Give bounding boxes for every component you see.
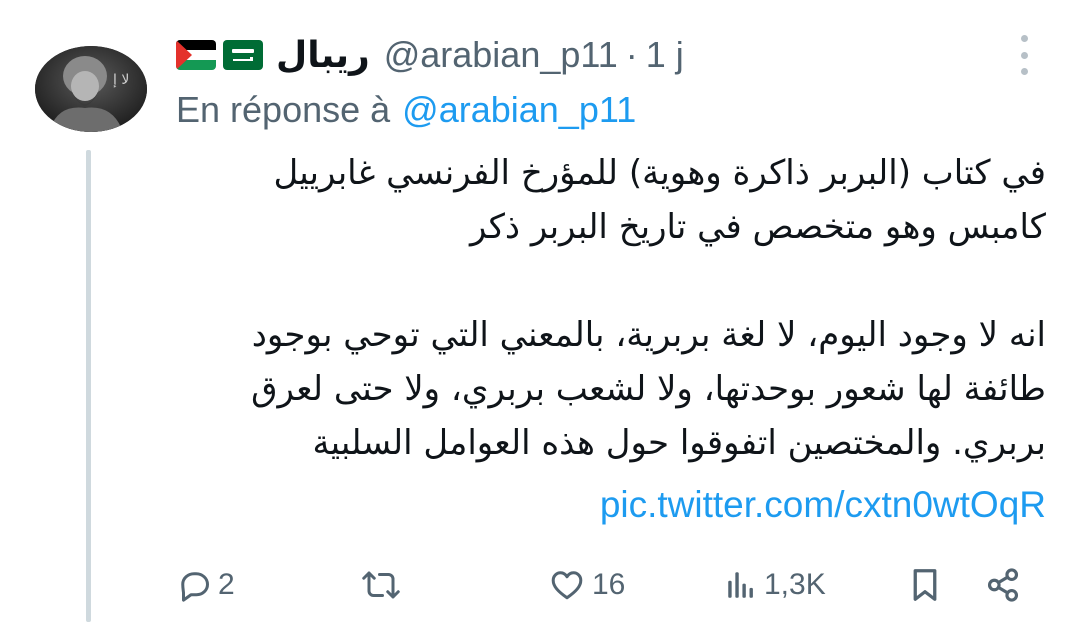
text-line: طائفة لها شعور بوحدتها، ولا لشعب بربري، … xyxy=(251,369,1046,409)
text-line: بربري. والمختصين اتفوقوا حول هذه العوامل… xyxy=(312,423,1046,463)
tweet-header: ريبال @arabian_p11 · 1 j xyxy=(176,30,684,80)
retweet-button[interactable] xyxy=(361,555,407,615)
svg-text:لا إ: لا إ xyxy=(113,72,129,88)
like-count: 16 xyxy=(592,568,626,601)
share-icon xyxy=(987,568,1019,602)
reply-context: En réponse à @arabian_p11 xyxy=(176,85,636,135)
bookmark-icon xyxy=(913,569,937,601)
reply-button[interactable]: 2 xyxy=(176,555,235,615)
tweet-timestamp[interactable]: 1 j xyxy=(646,34,684,76)
thread-line xyxy=(86,150,91,622)
avatar[interactable]: لا إ xyxy=(35,46,147,132)
display-name[interactable]: ريبال xyxy=(276,34,370,76)
retweet-icon xyxy=(362,571,400,599)
like-button[interactable]: 16 xyxy=(548,555,625,615)
tweet-text: في كتاب (البربر ذاكرة وهوية) للمؤرخ الفر… xyxy=(166,146,1046,470)
reply-icon xyxy=(181,572,209,602)
media-link[interactable]: pic.twitter.com/cxtn0wtOqR xyxy=(600,484,1046,526)
views-count: 1,3K xyxy=(764,568,826,601)
tweet-actions: 2 16 1,3K xyxy=(176,555,1036,615)
reply-prefix: En réponse à xyxy=(176,89,391,130)
text-line: انه لا وجود اليوم، لا لغة بربرية، بالمعن… xyxy=(251,315,1046,355)
saudi-flag-icon xyxy=(223,40,263,70)
views-chart-icon xyxy=(728,572,753,598)
separator-dot: · xyxy=(625,34,638,75)
bookmark-button[interactable] xyxy=(909,555,941,615)
user-handle[interactable]: @arabian_p11 xyxy=(384,34,618,76)
reply-mention-link[interactable]: @arabian_p11 xyxy=(402,89,636,131)
heart-icon xyxy=(551,571,583,600)
share-button[interactable] xyxy=(984,555,1022,615)
text-line: كامبس وهو متخصص في تاريخ البربر ذكر xyxy=(469,207,1046,247)
reply-count: 2 xyxy=(218,568,235,601)
palestine-flag-icon xyxy=(176,40,216,70)
more-options-icon[interactable] xyxy=(1012,35,1036,75)
text-line: في كتاب (البربر ذاكرة وهوية) للمؤرخ الفر… xyxy=(273,153,1046,193)
views-button[interactable]: 1,3K xyxy=(724,555,826,615)
